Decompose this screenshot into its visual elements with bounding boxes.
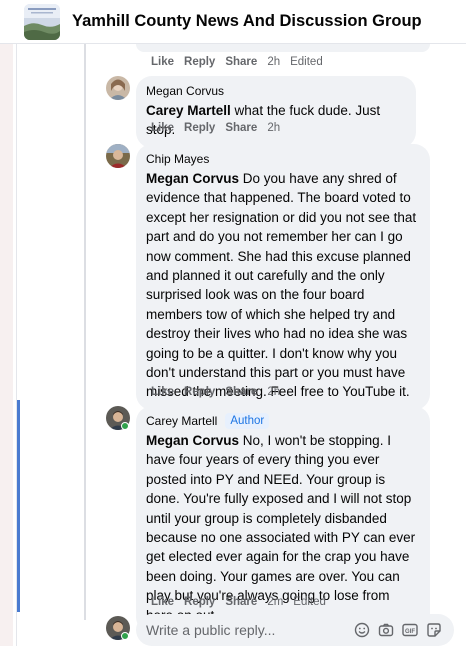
share-button[interactable]: Share (225, 596, 257, 608)
reply-thread-line (84, 44, 86, 620)
like-button[interactable]: Like (151, 596, 174, 608)
comment-bubble: Chip Mayes Megan Corvus Do you have any … (136, 144, 430, 410)
comment-author[interactable]: Chip Mayes (146, 151, 419, 167)
like-button[interactable]: Like (151, 122, 174, 134)
edited-label[interactable]: Edited (290, 56, 323, 68)
focused-thread-indicator (17, 400, 20, 612)
like-button[interactable]: Like (151, 56, 174, 68)
comment-actions: Like Reply Share 2h (151, 386, 290, 398)
svg-text:GIF: GIF (405, 629, 415, 635)
online-status-dot (121, 422, 129, 430)
emoji-icon[interactable] (354, 622, 370, 638)
sticker-icon[interactable] (426, 622, 442, 638)
group-cover-thumbnail[interactable] (24, 3, 60, 40)
share-button[interactable]: Share (225, 56, 257, 68)
online-status-dot (121, 632, 129, 640)
mention-link[interactable]: Megan Corvus (146, 433, 239, 448)
reply-input[interactable] (146, 622, 346, 638)
comment-text: Megan Corvus Do you have any shred of ev… (146, 171, 417, 400)
reply-composer: GIF (136, 614, 454, 646)
comment-timestamp[interactable]: 2m (267, 596, 283, 608)
comment-author[interactable]: Megan Corvus (146, 83, 405, 99)
avatar[interactable] (106, 76, 130, 100)
share-button[interactable]: Share (225, 386, 257, 398)
comment-actions: Like Reply Share 2h (151, 122, 290, 134)
reply-button[interactable]: Reply (184, 386, 215, 398)
comment-timestamp[interactable]: 2h (267, 56, 280, 68)
author-name[interactable]: Carey Martell (146, 413, 217, 429)
reply-button[interactable]: Reply (184, 596, 215, 608)
edited-label[interactable]: Edited (293, 596, 326, 608)
reply-button[interactable]: Reply (184, 56, 215, 68)
share-button[interactable]: Share (225, 122, 257, 134)
avatar[interactable] (106, 144, 130, 168)
comment-actions: Like Reply Share 2m Edited (151, 596, 336, 608)
comment-timestamp[interactable]: 2h (267, 386, 280, 398)
comment-bubble: Megan Corvus Carey Martell what the fuck… (136, 76, 416, 148)
reply-button[interactable]: Reply (184, 122, 215, 134)
camera-icon[interactable] (378, 622, 394, 638)
mention-link[interactable]: Megan Corvus (146, 171, 239, 186)
group-title[interactable]: Yamhill County News And Discussion Group (72, 12, 422, 31)
comment-timestamp[interactable]: 2h (267, 122, 280, 134)
comment-bubble-truncated (136, 44, 430, 52)
left-gutter (0, 44, 13, 646)
author-badge: Author (225, 413, 270, 429)
gif-icon[interactable]: GIF (402, 622, 418, 638)
like-button[interactable]: Like (151, 386, 174, 398)
mention-link[interactable]: Carey Martell (146, 103, 231, 118)
comment-actions: Like Reply Share 2h Edited (151, 56, 333, 68)
comment-author: Carey Martell Author (146, 413, 419, 429)
group-header: Yamhill County News And Discussion Group (0, 0, 466, 44)
